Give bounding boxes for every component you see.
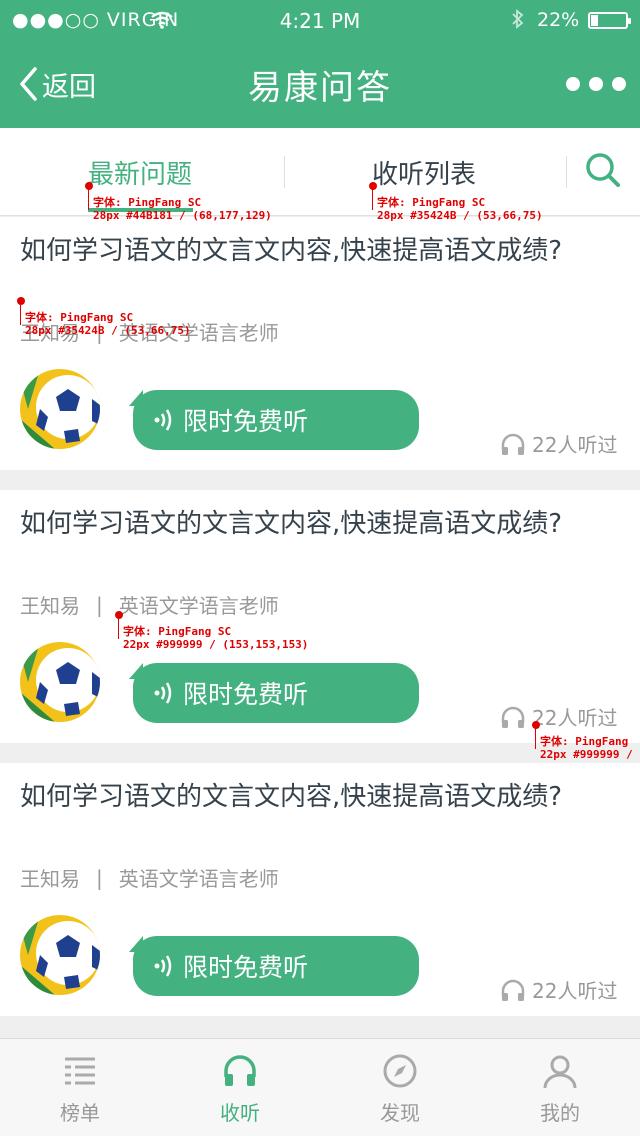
soccer-ball-avatar-icon bbox=[20, 369, 100, 449]
soccer-ball-avatar-icon bbox=[20, 642, 100, 722]
search-icon[interactable] bbox=[583, 150, 623, 190]
free-listen-button[interactable]: 限时免费听 bbox=[133, 936, 419, 996]
avatar[interactable] bbox=[20, 369, 100, 449]
compass-icon bbox=[383, 1054, 417, 1088]
listener-count: 22人听过 bbox=[500, 702, 617, 731]
tabbar-label: 榜单 bbox=[60, 1101, 100, 1125]
listener-count-label: 22人听过 bbox=[532, 433, 618, 457]
question-title[interactable]: 如何学习语文的文言文内容,快速提高语文成绩? bbox=[20, 506, 580, 542]
listener-count-label: 22人听过 bbox=[532, 706, 618, 730]
headphones-icon bbox=[501, 433, 525, 455]
author-name[interactable]: 王知易 bbox=[20, 863, 80, 892]
more-dot bbox=[612, 77, 626, 91]
question-card[interactable]: 如何学习语文的文言文内容,快速提高语文成绩? 王知易 | 英语文学语言老师限时免费听 2… bbox=[0, 763, 640, 1016]
sound-wave-icon bbox=[154, 955, 172, 977]
battery-percent: 22% bbox=[537, 9, 580, 31]
meta-divider: | bbox=[96, 592, 103, 617]
listener-count-label: 22人听过 bbox=[532, 979, 618, 1003]
tab-divider bbox=[284, 156, 285, 188]
soccer-ball-avatar-icon bbox=[20, 915, 100, 995]
sound-wave-icon bbox=[154, 409, 172, 431]
user-icon bbox=[543, 1055, 577, 1089]
play-label: 限时免费听 bbox=[183, 680, 309, 709]
tabbar-label: 发现 bbox=[380, 1101, 420, 1125]
author-title: 英语文学语言老师 bbox=[118, 594, 279, 618]
listener-count: 22人听过 bbox=[500, 975, 617, 1004]
more-dot bbox=[589, 77, 603, 91]
tab-divider bbox=[566, 156, 567, 188]
meta-divider: | bbox=[96, 865, 103, 890]
tab-listen-list[interactable]: 收听列表 bbox=[372, 154, 476, 191]
question-title[interactable]: 如何学习语文的文言文内容,快速提高语文成绩? bbox=[20, 779, 580, 815]
tabbar-item-discover[interactable]: 发现 bbox=[320, 1039, 480, 1136]
play-label: 限时免费听 bbox=[183, 953, 309, 982]
tabbar-item-mine[interactable]: 我的 bbox=[480, 1039, 640, 1136]
headphones-icon bbox=[501, 706, 525, 728]
author-meta: 王知易 | 英语文学语言老师 bbox=[20, 863, 279, 892]
tab-newest[interactable]: 最新问题 bbox=[88, 154, 192, 191]
tabbar-label: 收听 bbox=[220, 1101, 260, 1125]
bottom-tab-bar: 榜单 收听 发现 我的 bbox=[0, 1038, 640, 1136]
bluetooth-icon bbox=[512, 9, 524, 29]
question-card[interactable]: 如何学习语文的文言文内容,快速提高语文成绩? 王知易 | 英语文学语言老师限时免费听 2… bbox=[0, 490, 640, 743]
more-dot bbox=[566, 77, 580, 91]
status-bar: ●●●○○ VIRGIN 4:21 PM 22% bbox=[0, 0, 640, 40]
headphones-icon bbox=[224, 1055, 256, 1086]
author-name[interactable]: 王知易 bbox=[20, 590, 80, 619]
author-meta: 王知易 | 英语文学语言老师 bbox=[20, 590, 279, 619]
free-listen-button[interactable]: 限时免费听 bbox=[133, 390, 419, 450]
more-button[interactable] bbox=[566, 77, 626, 93]
avatar[interactable] bbox=[20, 915, 100, 995]
app-header: ●●●○○ VIRGIN 4:21 PM 22% 返回 易康问答 bbox=[0, 0, 640, 128]
free-listen-button[interactable]: 限时免费听 bbox=[133, 663, 419, 723]
listener-count: 22人听过 bbox=[500, 429, 617, 458]
tabbar-item-ranking[interactable]: 榜单 bbox=[0, 1039, 160, 1136]
play-label: 限时免费听 bbox=[183, 407, 309, 436]
headphones-icon bbox=[501, 979, 525, 1001]
avatar[interactable] bbox=[20, 642, 100, 722]
question-title[interactable]: 如何学习语文的文言文内容,快速提高语文成绩? bbox=[20, 233, 580, 269]
author-title: 英语文学语言老师 bbox=[118, 867, 279, 891]
page-title: 易康问答 bbox=[248, 68, 392, 108]
sound-wave-icon bbox=[154, 682, 172, 704]
question-card[interactable]: 如何学习语文的文言文内容,快速提高语文成绩? 王知易 | 英语文学语言老师 限时免费听 2… bbox=[0, 217, 640, 470]
battery-icon bbox=[588, 12, 631, 29]
tabbar-label: 我的 bbox=[540, 1101, 580, 1125]
tabbar-item-listen[interactable]: 收听 bbox=[160, 1039, 320, 1136]
list-icon bbox=[65, 1057, 95, 1085]
